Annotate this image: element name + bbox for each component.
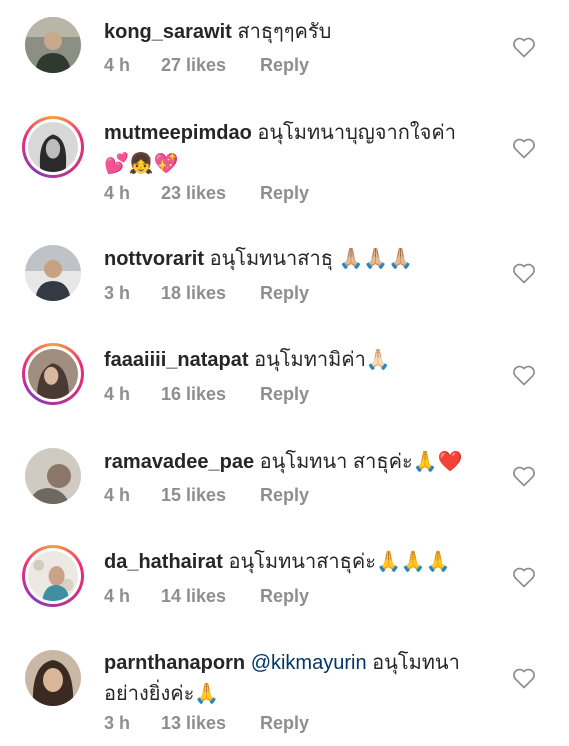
timestamp: 3 h <box>104 713 131 733</box>
avatar[interactable] <box>22 647 84 709</box>
heart-icon[interactable] <box>512 364 536 386</box>
avatar[interactable] <box>22 116 84 178</box>
timestamp: 4 h <box>104 384 131 404</box>
avatar[interactable] <box>22 14 84 76</box>
username-link[interactable]: mutmeepimdao <box>104 122 252 144</box>
reply-button[interactable]: Reply <box>260 55 309 76</box>
comment-meta: 4 h 14 likes Reply <box>104 586 309 607</box>
comment-text: kong_sarawit สาธุๆๆครับ <box>104 21 332 43</box>
comment-meta: 4 h 27 likes Reply <box>104 55 309 76</box>
username-link[interactable]: kong_sarawit <box>104 21 232 43</box>
reply-button[interactable]: Reply <box>260 384 309 405</box>
username-link[interactable]: ramavadee_pae <box>104 451 254 473</box>
timestamp: 4 h <box>104 183 131 203</box>
likes-count[interactable]: 13 likes <box>161 713 260 734</box>
mention-link[interactable]: @kikmayurin <box>251 652 367 674</box>
comment-text: nottvorarit อนุโมทนาสาธุ 🙏🏼🙏🏼🙏🏼 <box>104 246 414 270</box>
reply-button[interactable]: Reply <box>260 183 309 204</box>
heart-icon[interactable] <box>512 566 536 588</box>
heart-icon[interactable] <box>512 465 536 487</box>
likes-count[interactable]: 27 likes <box>161 55 260 76</box>
comment-meta: 4 h 15 likes Reply <box>104 485 309 506</box>
avatar[interactable] <box>22 242 84 304</box>
comment-meta: 3 h 13 likes Reply <box>104 713 309 734</box>
comment-text: da_hathairat อนุโมทนาสาธุค่ะ🙏🙏🙏 <box>104 549 451 573</box>
timestamp: 4 h <box>104 586 131 606</box>
avatar[interactable] <box>22 545 84 607</box>
comment-text: ramavadee_pae อนุโมทนา สาธุค่ะ🙏❤️ <box>104 449 463 473</box>
likes-count[interactable]: 14 likes <box>161 586 260 607</box>
username-link[interactable]: nottvorarit <box>104 248 204 270</box>
username-link[interactable]: parnthanaporn <box>104 652 245 674</box>
timestamp: 3 h <box>104 283 131 303</box>
likes-count[interactable]: 15 likes <box>161 485 260 506</box>
comment-meta: 3 h 18 likes Reply <box>104 283 309 304</box>
comment-text: mutmeepimdao อนุโมทนาบุญจากใจค่า 💕👧💖 <box>104 122 456 175</box>
reply-button[interactable]: Reply <box>260 713 309 734</box>
timestamp: 4 h <box>104 485 131 505</box>
username-link[interactable]: faaaiiii_natapat <box>104 349 249 371</box>
reply-button[interactable]: Reply <box>260 283 309 304</box>
comment-text: faaaiiii_natapat อนุโมทามิค่า🙏🏻 <box>104 347 391 371</box>
heart-icon[interactable] <box>512 667 536 689</box>
heart-icon[interactable] <box>512 36 536 58</box>
avatar[interactable] <box>22 445 84 507</box>
heart-icon[interactable] <box>512 262 536 284</box>
avatar[interactable] <box>22 343 84 405</box>
comment-meta: 4 h 16 likes Reply <box>104 384 309 405</box>
timestamp: 4 h <box>104 55 131 75</box>
likes-count[interactable]: 18 likes <box>161 283 260 304</box>
reply-button[interactable]: Reply <box>260 485 309 506</box>
comment-meta: 4 h 23 likes Reply <box>104 183 309 204</box>
likes-count[interactable]: 23 likes <box>161 183 260 204</box>
reply-button[interactable]: Reply <box>260 586 309 607</box>
username-link[interactable]: da_hathairat <box>104 551 223 573</box>
comment-text: parnthanaporn @kikmayurin อนุโมทนาอย่างย… <box>104 652 460 705</box>
heart-icon[interactable] <box>512 137 536 159</box>
likes-count[interactable]: 16 likes <box>161 384 260 405</box>
